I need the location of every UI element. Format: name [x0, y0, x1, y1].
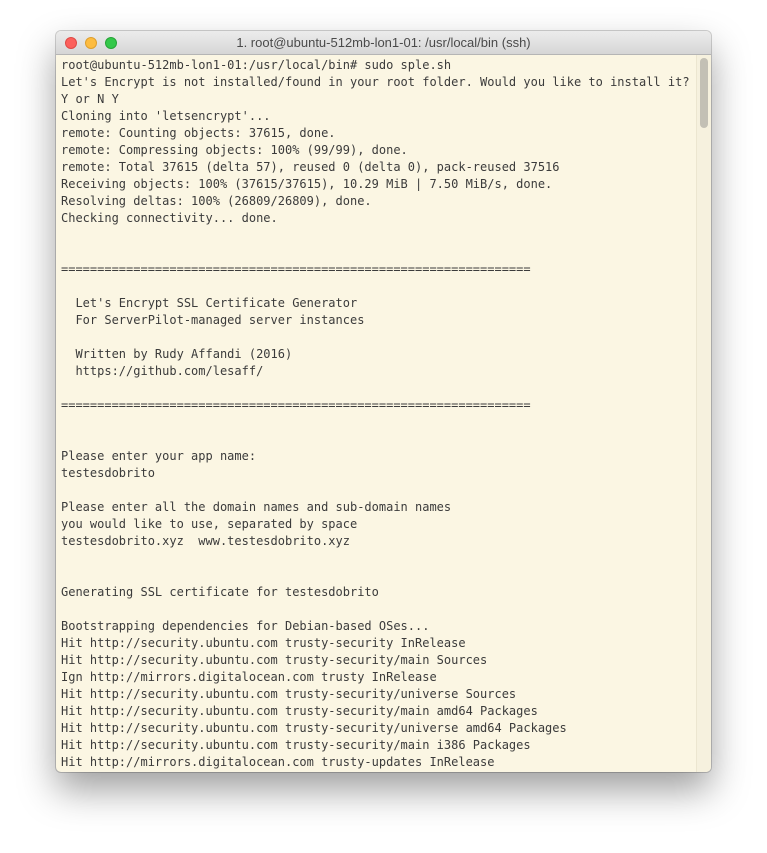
terminal-line: Hit http://security.ubuntu.com trusty-se…: [61, 721, 567, 735]
window-title: 1. root@ubuntu-512mb-lon1-01: /usr/local…: [236, 35, 531, 50]
vertical-scrollbar[interactable]: [696, 55, 711, 772]
title-bar[interactable]: 1. root@ubuntu-512mb-lon1-01: /usr/local…: [56, 31, 711, 55]
terminal-window: 1. root@ubuntu-512mb-lon1-01: /usr/local…: [56, 31, 711, 772]
terminal-output[interactable]: root@ubuntu-512mb-lon1-01:/usr/local/bin…: [56, 55, 697, 772]
terminal-line: Generating SSL certificate for testesdob…: [61, 585, 379, 599]
terminal-line: Hit http://mirrors.digitalocean.com trus…: [61, 755, 495, 769]
terminal-line: ========================================…: [61, 262, 531, 276]
terminal-line: testesdobrito: [61, 466, 155, 480]
terminal-line: Let's Encrypt is not installed/found in …: [61, 75, 690, 89]
terminal-line: Written by Rudy Affandi (2016): [61, 347, 293, 361]
terminal-line: root@ubuntu-512mb-lon1-01:/usr/local/bin…: [61, 58, 452, 72]
terminal-line: Please enter your app name:: [61, 449, 257, 463]
terminal-line: Hit http://security.ubuntu.com trusty-se…: [61, 653, 488, 667]
terminal-line: Bootstrapping dependencies for Debian-ba…: [61, 619, 430, 633]
terminal-line: Hit http://security.ubuntu.com trusty-se…: [61, 738, 531, 752]
terminal-line: Hit http://security.ubuntu.com trusty-se…: [61, 687, 517, 701]
terminal-line: Resolving deltas: 100% (26809/26809), do…: [61, 194, 372, 208]
terminal-line: Ign http://mirrors.digitalocean.com trus…: [61, 670, 437, 684]
terminal-line: Y or N Y: [61, 92, 119, 106]
terminal-line: testesdobrito.xyz www.testesdobrito.xyz: [61, 534, 350, 548]
terminal-line: remote: Total 37615 (delta 57), reused 0…: [61, 160, 560, 174]
terminal-line: ========================================…: [61, 398, 531, 412]
terminal-line: Please enter all the domain names and su…: [61, 500, 452, 514]
terminal-line: remote: Counting objects: 37615, done.: [61, 126, 336, 140]
terminal-line: Hit http://security.ubuntu.com trusty-se…: [61, 704, 538, 718]
terminal-line: Cloning into 'letsencrypt'...: [61, 109, 271, 123]
scrollbar-thumb[interactable]: [700, 58, 708, 128]
terminal-line: remote: Compressing objects: 100% (99/99…: [61, 143, 408, 157]
terminal-line: Hit http://security.ubuntu.com trusty-se…: [61, 636, 466, 650]
terminal-line: you would like to use, separated by spac…: [61, 517, 358, 531]
terminal-line: https://github.com/lesaff/: [61, 364, 264, 378]
terminal-line: For ServerPilot-managed server instances: [61, 313, 365, 327]
terminal-line: Receiving objects: 100% (37615/37615), 1…: [61, 177, 553, 191]
terminal-line: Checking connectivity... done.: [61, 211, 278, 225]
terminal-line: Let's Encrypt SSL Certificate Generator: [61, 296, 358, 310]
